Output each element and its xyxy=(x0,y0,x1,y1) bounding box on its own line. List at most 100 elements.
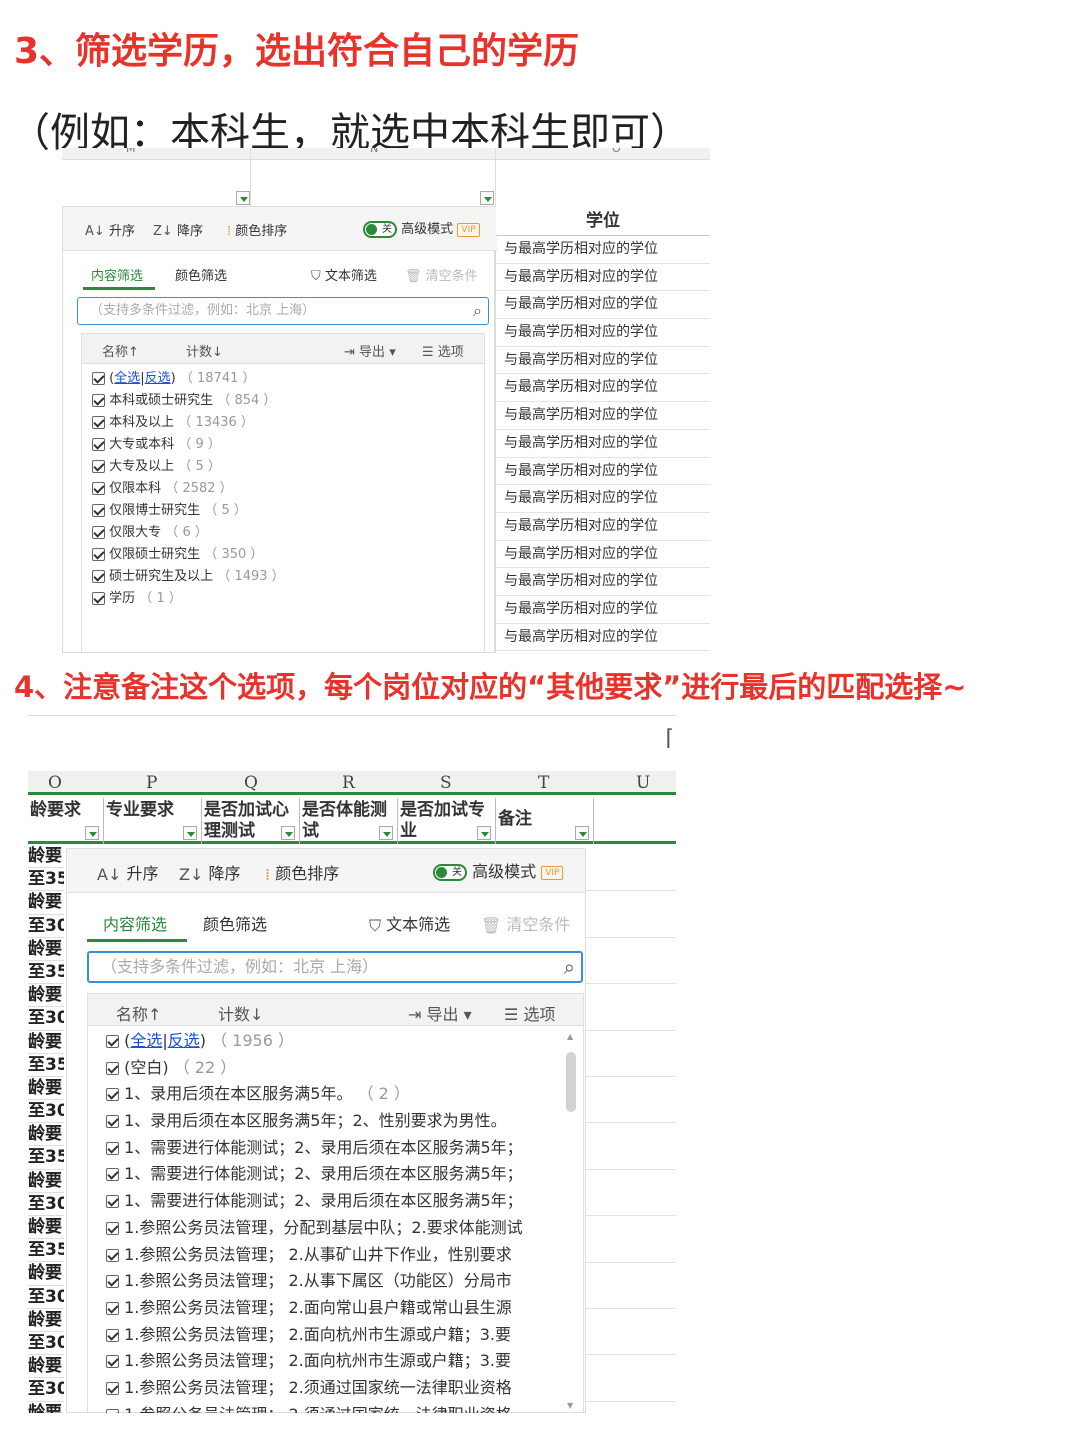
checkbox[interactable] xyxy=(106,1061,119,1075)
sort-by-name-button[interactable]: 名称↑ xyxy=(102,341,139,360)
text-filter-button[interactable]: ⛉ 文本筛选 xyxy=(311,265,377,284)
checkbox[interactable] xyxy=(106,1168,119,1182)
list-item[interactable]: 学历 （ 1 ） xyxy=(82,588,484,610)
checkbox[interactable] xyxy=(92,460,105,473)
checkbox[interactable] xyxy=(106,1115,119,1129)
checkbox[interactable] xyxy=(92,592,105,605)
list-item[interactable]: 1.参照公务员法管理； 2.须通过国家统一法律职业资格 xyxy=(88,1402,558,1413)
sort-by-count-button[interactable]: 计数↓ xyxy=(186,341,223,360)
checkbox[interactable] xyxy=(106,1035,119,1048)
scroll-up-icon[interactable]: ▲ xyxy=(567,1032,573,1041)
sort-desc-button[interactable]: Z↓ 降序 xyxy=(179,860,240,884)
list-item[interactable]: 1.参照公务员法管理； 2.从事矿山井下作业，性别要求 xyxy=(88,1242,558,1269)
color-sort-button[interactable]: ⁞ 颜色排序 xyxy=(227,220,287,239)
filter-dropdown-button[interactable] xyxy=(379,826,393,840)
scroll-down-icon[interactable]: ▼ xyxy=(567,1401,573,1410)
list-item[interactable]: 本科及以上 （ 13436 ） xyxy=(82,412,484,434)
checkbox[interactable] xyxy=(92,416,105,429)
list-item[interactable]: 1、录用后须在本区服务满5年。 （ 2 ） xyxy=(88,1081,558,1108)
invert-selection-link[interactable]: 反选 xyxy=(168,1031,200,1050)
item-label: 1、录用后须在本区服务满5年；2、性别要求为男性。 xyxy=(124,1111,507,1131)
toggle-switch[interactable]: 关 xyxy=(363,221,397,238)
filter-dropdown-button[interactable] xyxy=(477,826,491,840)
list-item[interactable]: 1.参照公务员法管理； 2.从事下属区（功能区）分局市 xyxy=(88,1268,558,1295)
tab-color-filter[interactable]: 颜色筛选 xyxy=(175,265,227,284)
export-button[interactable]: ⇥ 导出 ▾ xyxy=(344,341,396,360)
checkbox[interactable] xyxy=(106,1355,119,1369)
list-item[interactable]: 1.参照公务员法管理，分配到基层中队；2.要求体能测试 xyxy=(88,1215,558,1242)
sort-by-name-button[interactable]: 名称↑ xyxy=(116,1001,161,1025)
checkbox[interactable] xyxy=(106,1088,119,1102)
advanced-mode-toggle[interactable]: 关 高级模式 VIP xyxy=(433,858,564,882)
list-item[interactable]: 大专及以上 （ 5 ） xyxy=(82,456,484,478)
checkbox[interactable] xyxy=(106,1381,119,1395)
list-item[interactable]: 仅限大专 （ 6 ） xyxy=(82,522,484,544)
checkbox[interactable] xyxy=(106,1141,119,1155)
invert-selection-link[interactable]: 反选 xyxy=(145,371,171,386)
filter-dropdown-button[interactable] xyxy=(85,826,99,840)
list-item[interactable]: 1、需要进行体能测试；2、录用后须在本区服务满5年； xyxy=(88,1161,558,1188)
list-item[interactable]: 大专或本科 （ 9 ） xyxy=(82,434,484,456)
search-icon[interactable]: ⌕ xyxy=(564,953,575,981)
clear-conditions-button[interactable]: 🗑 清空条件 xyxy=(481,911,570,935)
checkbox[interactable] xyxy=(106,1221,119,1235)
list-scrollbar[interactable]: ▲ ▼ xyxy=(565,1030,577,1410)
checkbox[interactable] xyxy=(106,1275,119,1289)
checkbox[interactable] xyxy=(106,1301,119,1315)
checkbox[interactable] xyxy=(92,526,105,539)
filter-search-input[interactable]: （支持多条件过滤，例如：北京 上海） ⌕ xyxy=(87,951,583,983)
tab-content-filter[interactable]: 内容筛选 xyxy=(103,911,167,935)
checkbox[interactable] xyxy=(92,570,105,583)
list-item[interactable]: 本科或硕士研究生 （ 854 ） xyxy=(82,390,484,412)
tab-color-filter[interactable]: 颜色筛选 xyxy=(203,911,267,935)
advanced-mode-toggle[interactable]: 关 高级模式 VIP xyxy=(363,218,480,238)
sort-by-count-button[interactable]: 计数↓ xyxy=(218,1001,263,1025)
list-item[interactable]: 仅限硕士研究生 （ 350 ） xyxy=(82,544,484,566)
filter-dropdown-button[interactable] xyxy=(575,826,589,840)
list-item[interactable]: 仅限本科 （ 2582 ） xyxy=(82,478,484,500)
text-filter-button[interactable]: ⛉ 文本筛选 xyxy=(369,911,450,936)
checkbox[interactable] xyxy=(92,482,105,495)
list-item[interactable]: 1.参照公务员法管理； 2.须通过国家统一法律职业资格 xyxy=(88,1375,558,1402)
clear-conditions-button[interactable]: 🗑 清空条件 xyxy=(405,265,478,284)
search-icon[interactable]: ⌕ xyxy=(473,298,482,323)
color-sort-button[interactable]: ⁞ 颜色排序 xyxy=(265,860,339,884)
checkbox[interactable] xyxy=(92,438,105,451)
list-item[interactable]: 1、需要进行体能测试；2、录用后须在本区服务满5年； xyxy=(88,1135,558,1162)
toggle-switch[interactable]: 关 xyxy=(433,864,467,881)
sort-asc-button[interactable]: A↓ 升序 xyxy=(97,860,158,884)
options-button[interactable]: ☰ 选项 xyxy=(422,341,464,360)
checkbox[interactable] xyxy=(92,372,105,385)
filter-dropdown-button[interactable] xyxy=(236,191,250,205)
list-item[interactable]: 1.参照公务员法管理； 2.面向杭州市生源或户籍；3.要 xyxy=(88,1348,558,1375)
sort-asc-icon: A↓ xyxy=(85,224,105,239)
checkbox[interactable] xyxy=(106,1408,119,1413)
sort-desc-button[interactable]: Z↓ 降序 xyxy=(153,220,203,239)
select-all-link[interactable]: 全选 xyxy=(130,1031,162,1050)
list-item-blank[interactable]: (空白) （ 22 ） xyxy=(88,1055,558,1082)
export-button[interactable]: ⇥ 导出 ▾ xyxy=(408,1001,472,1025)
checkbox[interactable] xyxy=(106,1248,119,1262)
sort-asc-button[interactable]: A↓ 升序 xyxy=(85,220,135,239)
tab-content-filter[interactable]: 内容筛选 xyxy=(91,265,143,284)
list-item-select-all[interactable]: (全选|反选) （ 18741 ） xyxy=(82,368,484,390)
filter-search-input[interactable]: （支持多条件过滤，例如：北京 上海） ⌕ xyxy=(77,297,489,325)
checkbox[interactable] xyxy=(106,1195,119,1209)
list-item[interactable]: 1、录用后须在本区服务满5年；2、性别要求为男性。 xyxy=(88,1108,558,1135)
list-item[interactable]: 硕士研究生及以上 （ 1493 ） xyxy=(82,566,484,588)
checkbox[interactable] xyxy=(92,504,105,517)
list-item[interactable]: 1、需要进行体能测试；2、录用后须在本区服务满5年； xyxy=(88,1188,558,1215)
list-item-select-all[interactable]: (全选|反选) （ 1956 ） xyxy=(88,1028,558,1055)
checkbox[interactable] xyxy=(92,548,105,561)
checkbox[interactable] xyxy=(92,394,105,407)
options-button[interactable]: ☰ 选项 xyxy=(504,1001,555,1025)
filter-dropdown-button[interactable] xyxy=(183,826,197,840)
list-item[interactable]: 仅限博士研究生 （ 5 ） xyxy=(82,500,484,522)
checkbox[interactable] xyxy=(106,1328,119,1342)
list-item[interactable]: 1.参照公务员法管理； 2.面向杭州市生源或户籍；3.要 xyxy=(88,1322,558,1349)
select-all-link[interactable]: 全选 xyxy=(114,371,140,386)
filter-dropdown-button[interactable] xyxy=(480,191,494,205)
scrollbar-thumb[interactable] xyxy=(566,1052,576,1112)
filter-dropdown-button[interactable] xyxy=(281,826,295,840)
list-item[interactable]: 1.参照公务员法管理； 2.面向常山县户籍或常山县生源 xyxy=(88,1295,558,1322)
